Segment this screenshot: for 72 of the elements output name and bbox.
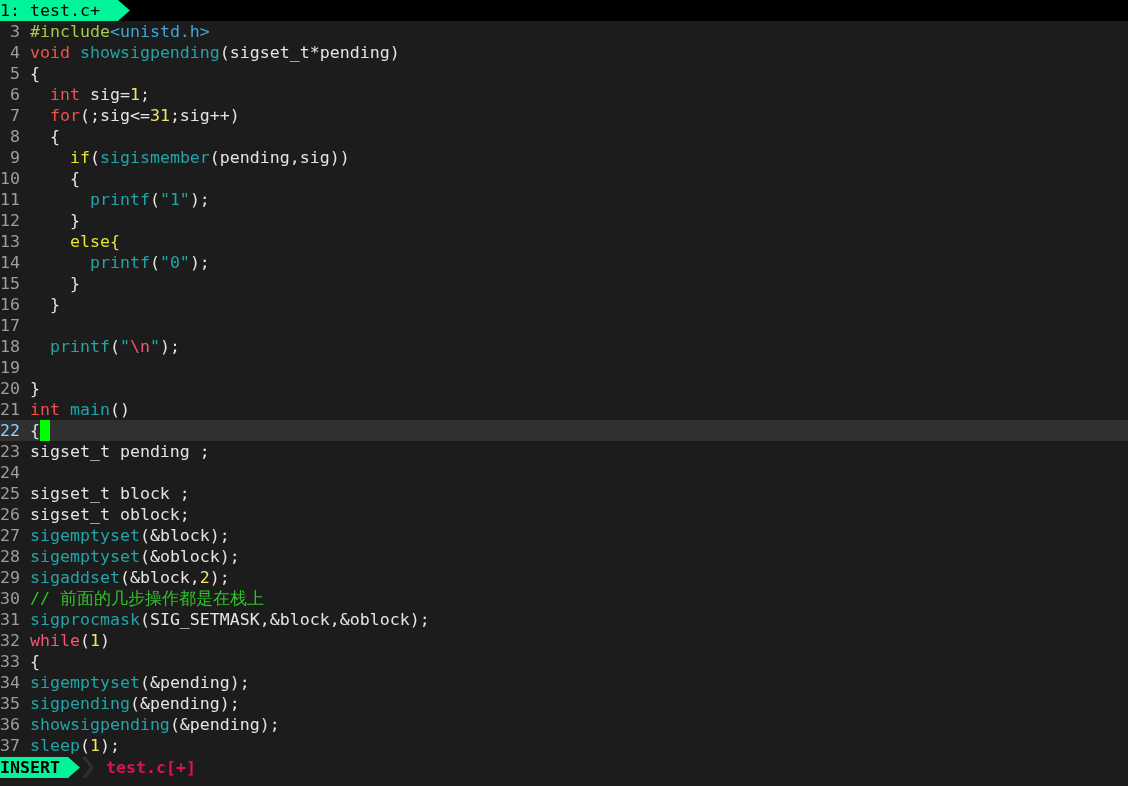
buffer-tab[interactable]: 1: test.c+	[0, 0, 130, 21]
line-number: 28	[0, 546, 20, 567]
line-number: 9	[10, 147, 20, 168]
line-number: 25	[0, 483, 20, 504]
line-number: 14	[0, 252, 20, 273]
code-text: {	[68, 168, 80, 189]
line-number: 18	[0, 336, 20, 357]
line-number: 17	[0, 315, 20, 336]
line-number: 35	[0, 693, 20, 714]
code-text: printf("1");	[88, 189, 210, 210]
line-number: 22	[0, 420, 20, 441]
line-number: 3	[10, 21, 20, 42]
line-number: 27	[0, 525, 20, 546]
code-text: {	[48, 126, 60, 147]
line-number: 32	[0, 630, 20, 651]
code-text: // 前面的几步操作都是在栈上	[30, 588, 264, 609]
text-cursor	[40, 420, 50, 441]
line-number: 29	[0, 567, 20, 588]
line-number: 34	[0, 672, 20, 693]
chevron-separator-icon	[81, 757, 94, 778]
line-number: 11	[0, 189, 20, 210]
code-text: showsigpending(&pending);	[30, 714, 280, 735]
code-text: #include<unistd.h>	[30, 21, 210, 42]
line-number: 23	[0, 441, 20, 462]
line-number: 26	[0, 504, 20, 525]
line-number: 4	[10, 42, 20, 63]
line-number: 30	[0, 588, 20, 609]
code-text: sigprocmask(SIG_SETMASK,&block,&oblock);	[30, 609, 430, 630]
code-text: }	[30, 378, 40, 399]
code-text: sigpending(&pending);	[30, 693, 240, 714]
code-text: if(sigismember(pending,sig))	[68, 147, 350, 168]
line-number: 10	[0, 168, 20, 189]
line-number: 36	[0, 714, 20, 735]
code-text: sigset_t block ;	[30, 483, 190, 504]
code-text: printf("0");	[88, 252, 210, 273]
code-text: void showsigpending(sigset_t*pending)	[30, 42, 400, 63]
line-number: 31	[0, 609, 20, 630]
line-number: 6	[10, 84, 20, 105]
line-number: 12	[0, 210, 20, 231]
code-text: printf("\n");	[48, 336, 180, 357]
line-number: 13	[0, 231, 20, 252]
code-text: else{	[68, 231, 120, 252]
code-text: for(;sig<=31;sig++)	[48, 105, 240, 126]
code-text: sigset_t oblock;	[30, 504, 190, 525]
code-text: }	[68, 273, 80, 294]
line-number: 15	[0, 273, 20, 294]
code-text: }	[68, 210, 80, 231]
code-text: while(1)	[30, 630, 110, 651]
line-number: 24	[0, 462, 20, 483]
code-text: int main()	[30, 399, 130, 420]
code-text: int sig=1;	[48, 84, 150, 105]
line-number: 21	[0, 399, 20, 420]
code-text: }	[48, 294, 60, 315]
line-number: 33	[0, 651, 20, 672]
code-text: sleep(1);	[30, 735, 120, 756]
code-text: {	[30, 63, 40, 84]
line-number: 8	[10, 126, 20, 147]
line-number: 20	[0, 378, 20, 399]
line-number: 37	[0, 735, 20, 756]
code-text: sigset_t pending ;	[30, 441, 210, 462]
file-name: test.c[+]	[105, 757, 196, 778]
code-text: sigemptyset(&oblock);	[30, 546, 240, 567]
code-text: sigemptyset(&block);	[30, 525, 230, 546]
line-number: 19	[0, 357, 20, 378]
code-text: {	[30, 651, 40, 672]
code-text: sigaddset(&block,2);	[30, 567, 230, 588]
mode-indicator: INSERT	[0, 757, 80, 778]
code-text: {	[30, 420, 40, 441]
line-number: 7	[10, 105, 20, 126]
line-number: 5	[10, 63, 20, 84]
code-text: sigemptyset(&pending);	[30, 672, 250, 693]
line-number: 16	[0, 294, 20, 315]
